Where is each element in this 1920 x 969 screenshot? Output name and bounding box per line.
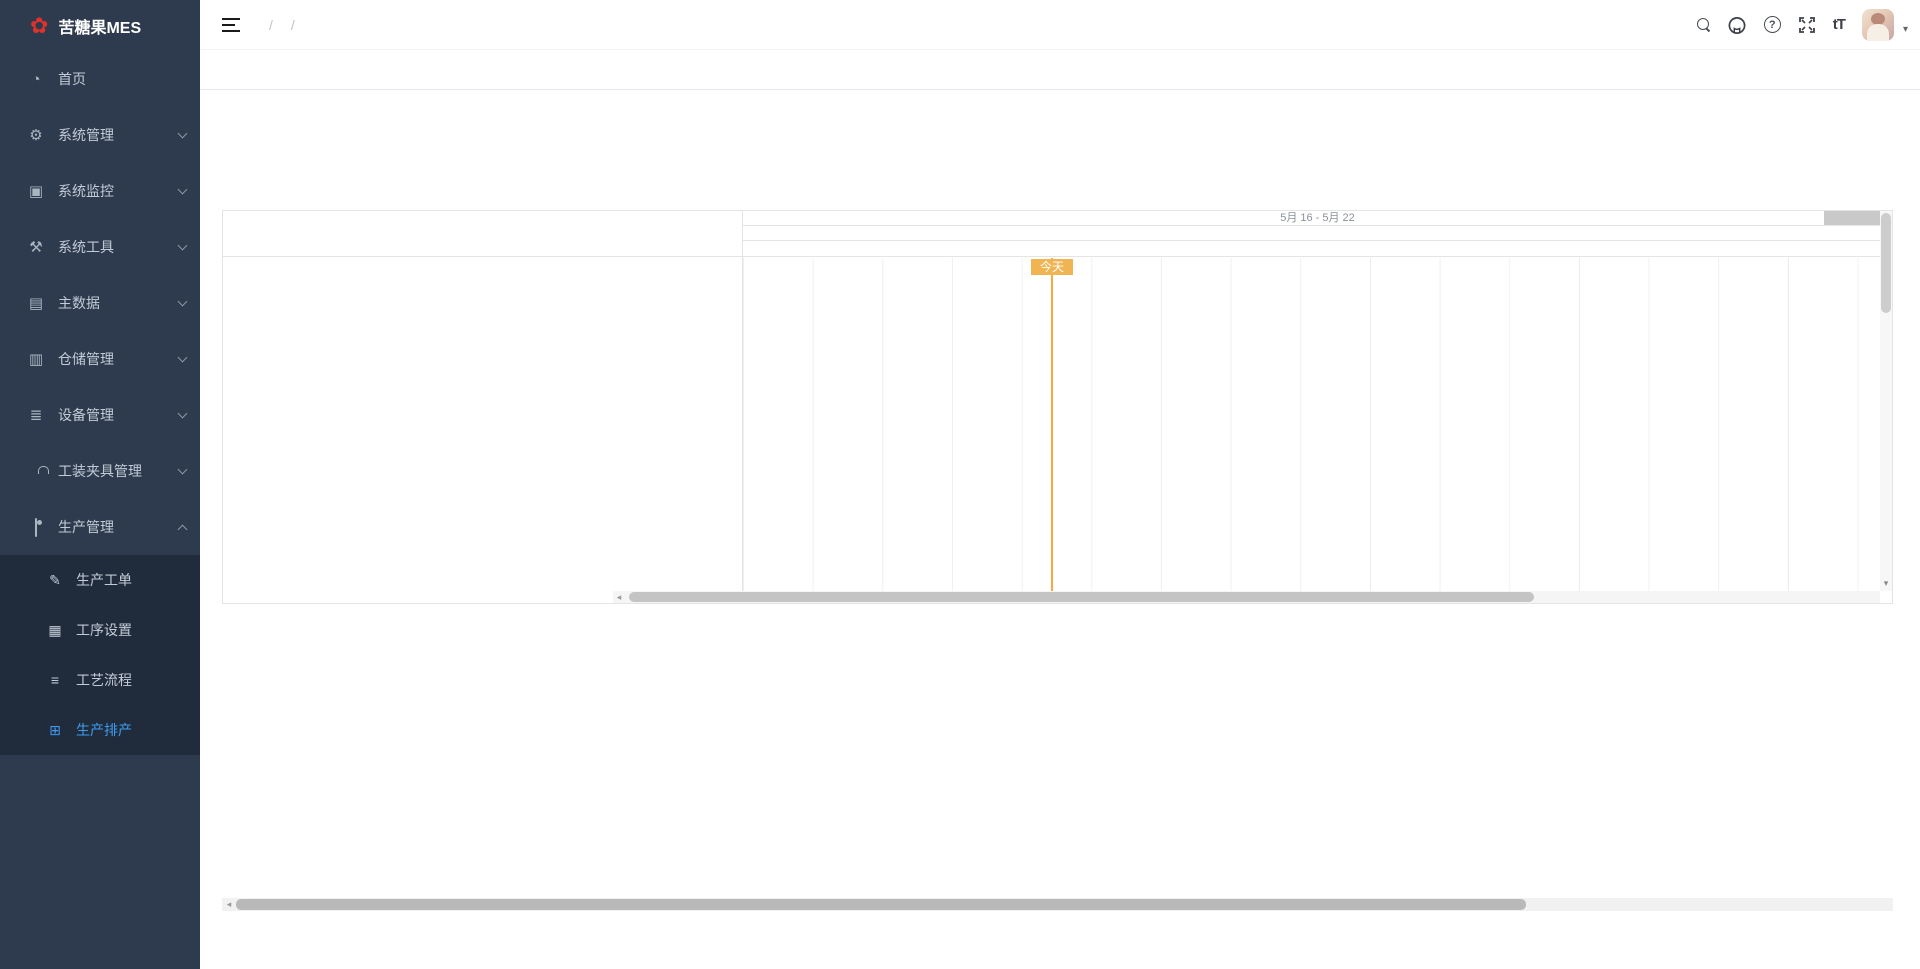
chevron-down-icon: [178, 129, 188, 139]
gantt-panel: 5月 16 - 5月 22 今天 ▾ ◂: [222, 210, 1893, 604]
sidebar-collapse-icon[interactable]: [222, 18, 240, 32]
timeline-hour-header: [743, 241, 1892, 257]
chevron-up-icon: [178, 524, 188, 534]
timeline-day-header: [743, 226, 1892, 241]
sidebar-item-production-order[interactable]: ✎ 生产工单: [0, 555, 200, 605]
sidebar-subitem-label: 工序设置: [76, 620, 132, 640]
grid-icon: ⊞: [46, 722, 64, 739]
sidebar-item-label: 系统监控: [58, 181, 179, 201]
timeline-overflow-block: [1824, 211, 1880, 225]
sidebar-item-warehouse[interactable]: ▥ 仓储管理: [0, 331, 200, 387]
sidebar-item-label: 系统工具: [58, 237, 179, 257]
breadcrumb-separator: /: [291, 17, 295, 33]
sidebar-item-system-tools[interactable]: ⚒ 系统工具: [0, 219, 200, 275]
sidebar-item-label: 系统管理: [58, 125, 179, 145]
sidebar-submenu: ✎ 生产工单 ▦ 工序设置 ≡ 工艺流程 ⊞ 生产排产: [0, 555, 200, 755]
chart-icon: ▦: [46, 622, 64, 639]
toggle-icon: [24, 519, 48, 536]
main-area: // ? tT: [200, 0, 1920, 969]
chevron-down-icon: [178, 185, 188, 195]
scroll-left-arrow-icon[interactable]: ◂: [613, 592, 625, 603]
sidebar-item-production[interactable]: 生产管理: [0, 499, 200, 555]
gantt-vertical-scrollbar[interactable]: ▾: [1880, 211, 1892, 591]
gantt-vertical-scroll-thumb[interactable]: [1881, 213, 1891, 313]
sidebar-item-master-data[interactable]: ▤ 主数据: [0, 275, 200, 331]
today-marker-line: [1051, 258, 1053, 591]
edit-icon: ✎: [46, 572, 64, 589]
toggle-icon: [35, 518, 37, 537]
chevron-down-icon: [178, 353, 188, 363]
gantt-horizontal-scroll-thumb[interactable]: [629, 592, 1534, 602]
sidebar-item-label: 工装夹具管理: [58, 461, 179, 481]
gantt-grid-header: [223, 211, 742, 257]
sidebar-item-home[interactable]: ◔ 首页: [0, 51, 200, 107]
sidebar-item-label: 仓储管理: [58, 349, 179, 369]
chevron-down-icon: [178, 241, 188, 251]
breadcrumb-separator: /: [269, 17, 273, 33]
sidebar-menu: ◔首页⚙系统管理▣系统监控⚒系统工具▤主数据▥仓储管理≣设备管理工装夹具管理生产…: [0, 51, 200, 755]
sidebar-item-label: 主数据: [58, 293, 179, 313]
sidebar-item-label: 生产管理: [58, 517, 179, 537]
gear-icon: ⚙: [24, 126, 48, 144]
tools-icon: ⚒: [24, 238, 48, 256]
fullscreen-icon[interactable]: [1798, 16, 1816, 34]
sidebar-item-process-flow[interactable]: ≡ 工艺流程: [0, 655, 200, 705]
monitor-icon: ▣: [24, 182, 48, 200]
sidebar-subitem-label: 生产工单: [76, 570, 132, 590]
layers-icon: ≣: [24, 406, 48, 424]
sidebar-item-equipment[interactable]: ≣ 设备管理: [0, 387, 200, 443]
navbar: // ? tT: [200, 0, 1920, 50]
chevron-down-icon: [178, 297, 188, 307]
orders-horizontal-scrollbar[interactable]: ◂: [222, 898, 1893, 911]
navbar-icons: ? tT ▾: [1697, 9, 1920, 41]
app-title: 苦糖果MES: [58, 14, 141, 38]
orders-horizontal-scroll-thumb[interactable]: [236, 899, 1526, 910]
breadcrumb: //: [260, 17, 304, 33]
gantt-timeline: 5月 16 - 5月 22 今天 ▾: [743, 211, 1892, 603]
github-icon[interactable]: [1727, 15, 1747, 35]
document-icon: ▤: [24, 294, 48, 312]
chevron-down-icon: [178, 409, 188, 419]
sidebar-item-process-settings[interactable]: ▦ 工序设置: [0, 605, 200, 655]
dashboard-icon: ◔: [24, 71, 48, 88]
sidebar-subitem-label: 工艺流程: [76, 670, 132, 690]
avatar[interactable]: [1862, 9, 1894, 41]
search-icon[interactable]: [1697, 18, 1710, 31]
app-logo[interactable]: ✿ 苦糖果MES: [0, 0, 200, 51]
timeline-range-header: 5月 16 - 5月 22: [743, 211, 1892, 226]
sidebar-item-production-scheduling[interactable]: ⊞ 生产排产: [0, 705, 200, 755]
logo-flower-icon: ✿: [30, 15, 48, 37]
help-icon[interactable]: ?: [1764, 16, 1781, 33]
avatar-dropdown-caret-icon[interactable]: ▾: [1903, 24, 1908, 35]
today-marker-label: 今天: [1031, 259, 1073, 275]
sidebar-subitem-label: 生产排产: [76, 720, 132, 740]
warehouse-icon: ▥: [24, 350, 48, 368]
scroll-left-arrow-icon[interactable]: ◂: [222, 899, 236, 910]
timeline-body: [743, 258, 1880, 591]
sidebar-item-label: 设备管理: [58, 405, 179, 425]
gantt-horizontal-scrollbar[interactable]: ◂: [613, 591, 1880, 603]
sidebar-item-system-admin[interactable]: ⚙ 系统管理: [0, 107, 200, 163]
app-root: ✿ 苦糖果MES ◔ 首页 ⚙ 系统管理 ▣ 系统监控 ⚒ 系统工具 ▤ 主数据 ▥ 仓储管理 ≣ 设备管…: [0, 0, 1920, 969]
sidebar-item-fixture[interactable]: 工装夹具管理: [0, 443, 200, 499]
gantt-task-grid: [223, 211, 743, 603]
list-icon: ≡: [46, 672, 64, 688]
sidebar: ✿ 苦糖果MES ◔ 首页 ⚙ 系统管理 ▣ 系统监控 ⚒ 系统工具 ▤ 主数据 ▥ 仓储管理 ≣ 设备管…: [0, 0, 200, 969]
sidebar-item-system-monitor[interactable]: ▣ 系统监控: [0, 163, 200, 219]
chevron-down-icon: [178, 465, 188, 475]
font-size-icon[interactable]: tT: [1833, 16, 1845, 33]
scroll-down-arrow-icon[interactable]: ▾: [1880, 578, 1892, 589]
tab-bar: [200, 50, 1920, 90]
sidebar-item-label: 首页: [58, 69, 186, 89]
